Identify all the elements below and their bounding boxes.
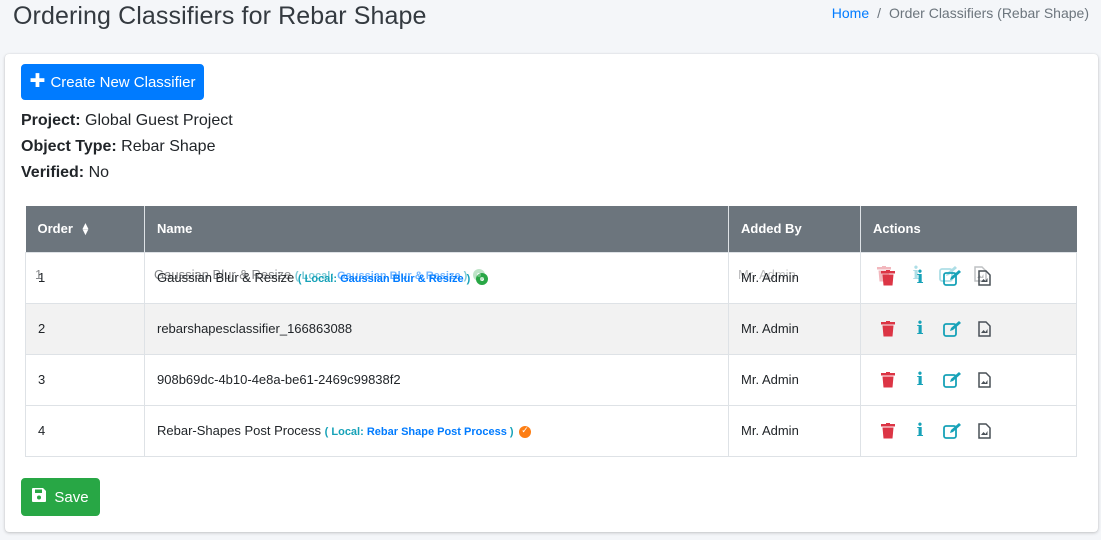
order-value: 2 [38,321,46,336]
order-cell[interactable]: 2 [25,302,145,355]
breadcrumb-separator: / [877,5,882,21]
table-row[interactable]: 1 1 Gaussian Blur & Resize ( Local: Gaus… [25,251,1077,304]
added-by-value: Mr. Admin [741,321,799,336]
local-classifier-link[interactable]: Rebar Shape Post Process [367,426,507,438]
classifier-name: rebarshapesclassifier_166863088 [157,321,353,336]
order-header-label: Order [37,221,73,237]
table-header-row: Order ▲ ▼ Name Added By Actions [25,206,1077,252]
drag-ghost-name: Gaussian Blur & Resize ( Local: Gaussian… [154,267,485,282]
table-row[interactable]: 3 908b69dc-4b10-4e8a-be61-2469c99838f2 M… [25,353,1077,406]
name-cell: 908b69dc-4b10-4e8a-be61-2469c99838f2 [144,353,729,406]
object-type-value: Rebar Shape [121,138,216,155]
edit-icon[interactable] [943,371,961,389]
classifier-table: Order ▲ ▼ Name Added By Actions 1 1 Gaus… [25,206,1077,457]
order-cell[interactable]: 4 [25,404,145,457]
create-classifier-button[interactable]: ✚ Create New Classifier [21,64,204,100]
save-icon [32,488,47,506]
breadcrumb-current: Order Classifiers (Rebar Shape) [889,5,1089,21]
verified-label: Verified: [21,164,85,181]
name-cell: rebarshapesclassifier_166863088 [144,302,729,355]
info-icon[interactable]: i [911,420,929,441]
report-icon[interactable] [975,422,993,440]
save-label: Save [54,488,89,506]
actions-cell: i [860,302,1077,355]
verified-value: No [88,164,110,181]
added-by-cell: Mr. Admin [728,302,861,355]
actions-cell: i [860,353,1077,406]
project-label: Project: [21,112,81,129]
report-icon[interactable] [975,371,993,389]
edit-icon[interactable] [943,320,961,338]
order-cell[interactable]: 1 1 [25,251,145,304]
sort-icon[interactable]: ▲ ▼ [81,221,91,237]
actions-cell: i [860,404,1077,457]
actions-column-header: Actions [860,206,1077,252]
order-value: 3 [38,372,46,387]
added-by-cell: Mr. Admin [728,353,861,406]
main-card: ✚ Create New Classifier Project: Global … [5,54,1098,532]
info-icon[interactable]: i [911,318,929,339]
object-type-label: Object Type: [21,138,117,155]
local-tag: ( Local: Rebar Shape Post Process ) [324,426,514,438]
check-status-icon [519,425,532,438]
classifier-name: 908b69dc-4b10-4e8a-be61-2469c99838f2 [157,372,401,387]
classifier-name: Rebar-Shapes Post Process [157,423,322,438]
object-type-info: Object Type: Rebar Shape [21,138,215,156]
breadcrumb-home-link[interactable]: Home [832,5,869,21]
save-button[interactable]: Save [21,478,100,516]
table-row[interactable]: 2 rebarshapesclassifier_166863088 Mr. Ad… [25,302,1077,355]
page-title: Ordering Classifiers for Rebar Shape [13,2,427,30]
order-cell[interactable]: 3 [25,353,145,406]
name-cell: Gaussian Blur & Resize ( Local: Gaussian… [144,251,729,304]
added-by-cell: Mr. Admin [728,404,861,457]
breadcrumb: Home / Order Classifiers (Rebar Shape) [832,5,1089,21]
trash-icon[interactable] [879,371,897,389]
project-value: Global Guest Project [85,112,233,129]
table-row[interactable]: 4 Rebar-Shapes Post Process ( Local: Reb… [25,404,1077,457]
order-column-header[interactable]: Order ▲ ▼ [25,206,145,252]
added-by-value: Mr. Admin [741,372,799,387]
order-value: 4 [38,423,46,438]
added-by-cell: Mr. Admin Mr. Admin [728,251,861,304]
name-column-header: Name [144,206,729,252]
name-cell: Rebar-Shapes Post Process ( Local: Rebar… [144,404,729,457]
edit-icon[interactable] [943,422,961,440]
info-icon[interactable]: i [911,369,929,390]
trash-icon[interactable] [879,422,897,440]
project-info: Project: Global Guest Project [21,112,233,130]
drag-ghost-actions: i [875,263,989,284]
added-by-value: Mr. Admin [741,423,799,438]
trash-icon[interactable] [879,320,897,338]
drag-ghost-order: 1 [35,266,43,282]
verified-info: Verified: No [21,164,109,182]
added-by-column-header: Added By [728,206,861,252]
actions-cell: i i [860,251,1077,304]
create-classifier-label: Create New Classifier [50,73,196,91]
drag-ghost-added-by: Mr. Admin [738,266,796,282]
plus-icon: ✚ [29,70,46,92]
report-icon[interactable] [975,320,993,338]
